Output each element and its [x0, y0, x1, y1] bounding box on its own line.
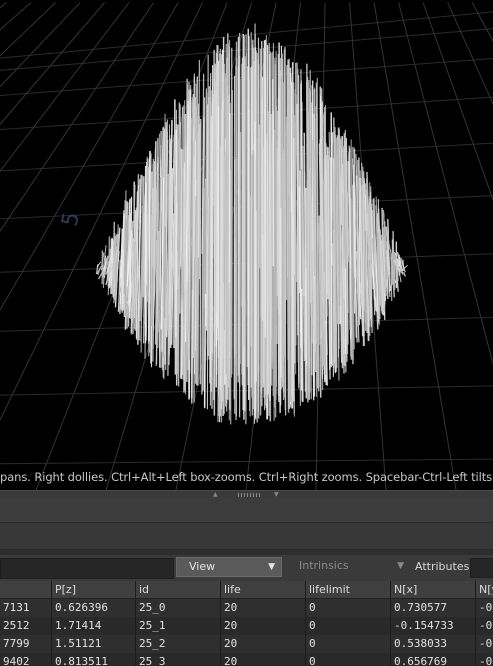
drag-handle-icon[interactable]	[238, 493, 260, 497]
intrinsics-dropdown-label: Intrinsics	[299, 559, 349, 572]
view-dropdown[interactable]: View ▼	[176, 557, 282, 577]
table-cell: -0	[476, 635, 493, 653]
table-row[interactable]: 7799 1.51121 25_2 20 0 0.538033 -0	[0, 635, 493, 653]
grid-line	[447, 2, 493, 106]
table-cell: 20	[221, 635, 306, 653]
table-cell: 2512	[0, 617, 52, 635]
column-header[interactable]: life	[221, 581, 306, 599]
table-cell: 1.71414	[52, 617, 136, 635]
table-cell: 25_1	[136, 617, 221, 635]
table-cell: 25_0	[136, 599, 221, 617]
3d-viewport[interactable]: 5 pans. Right dollies. Ctrl+Alt+Left box…	[0, 0, 493, 490]
spreadsheet-toolbar: View ▼ Intrinsics ▼ Attributes:	[0, 555, 493, 581]
column-header[interactable]: lifelimit	[306, 581, 391, 599]
pane-tab-bar	[0, 498, 493, 523]
spreadsheet-path-bar	[0, 523, 493, 550]
grid-axis-label: 5	[58, 210, 85, 229]
table-cell: 9402	[0, 653, 52, 666]
hair-strand	[284, 47, 287, 416]
table-cell: 20	[221, 653, 306, 666]
hair-strand	[271, 79, 275, 221]
table-cell: -0	[476, 653, 493, 666]
hair-strand	[392, 231, 395, 286]
hair-strand	[226, 86, 229, 304]
grid-line	[0, 2, 56, 57]
table-row[interactable]: 9402 0.813511 25_3 20 0 0.656769 -0	[0, 653, 493, 666]
column-header[interactable]: P[z]	[52, 581, 136, 599]
grid-line	[0, 2, 32, 31]
view-dropdown-label: View	[189, 560, 216, 573]
hair-strand	[121, 249, 125, 311]
table-cell: 0	[306, 635, 391, 653]
column-header[interactable]: N[y	[476, 581, 493, 599]
table-cell: 0	[306, 653, 391, 666]
table-cell: 25_2	[136, 635, 221, 653]
grid-line	[398, 2, 493, 366]
hair-strand	[274, 64, 277, 418]
hair-strand	[192, 155, 195, 359]
table-header-row: P[z] id life lifelimit N[x] N[y	[0, 581, 493, 599]
table-cell: 0.730577	[391, 599, 476, 617]
column-header[interactable]: id	[136, 581, 221, 599]
table-cell: 0.538033	[391, 635, 476, 653]
hair-strand	[306, 63, 309, 403]
viewport-hint-text: pans. Right dollies. Ctrl+Alt+Left box-z…	[0, 470, 493, 484]
hair-strand	[333, 131, 336, 368]
attributes-filter-input[interactable]	[470, 558, 493, 578]
table-cell: 20	[221, 599, 306, 617]
hair-strand	[300, 168, 303, 289]
hair-strand	[133, 241, 136, 317]
hair-strand	[318, 215, 322, 345]
table-cell: 1.51121	[52, 635, 136, 653]
hair-strand	[140, 205, 143, 353]
table-cell: -0	[476, 617, 493, 635]
hair-strand	[330, 112, 333, 365]
grid-line	[471, 2, 493, 43]
table-cell: -0	[476, 599, 493, 617]
table-cell: 0.626396	[52, 599, 136, 617]
viewport-scene[interactable]: 5	[0, 0, 493, 490]
hair-strand	[148, 151, 151, 342]
hair-strand	[144, 182, 147, 344]
hair-strand	[403, 271, 406, 277]
table-cell: 25_3	[136, 653, 221, 666]
table-cell: 7799	[0, 635, 52, 653]
column-header[interactable]: N[x]	[391, 581, 476, 599]
geometry-spreadsheet[interactable]: P[z] id life lifelimit N[x] N[y 7131 0.6…	[0, 581, 493, 666]
column-header[interactable]	[0, 581, 52, 599]
table-cell: 7131	[0, 599, 52, 617]
table-cell: 0	[306, 617, 391, 635]
hair-strand	[180, 149, 183, 267]
table-cell: 0.813511	[52, 653, 136, 666]
grid-line	[0, 2, 81, 88]
node-path-field[interactable]	[0, 558, 174, 579]
hair-strand	[206, 54, 209, 410]
hair-strand	[294, 115, 297, 346]
hair-strand	[311, 80, 315, 398]
chevron-down-icon: ▼	[397, 561, 404, 571]
hair-strand	[390, 261, 393, 285]
grid-line	[0, 458, 493, 465]
table-cell: -0.154733	[391, 617, 476, 635]
grid-line	[0, 316, 493, 332]
hair-strand	[270, 113, 273, 386]
hair-strand	[163, 226, 167, 319]
table-cell: 0.656769	[391, 653, 476, 666]
table-cell: 20	[221, 617, 306, 635]
grid-line	[422, 2, 493, 202]
attributes-label: Attributes:	[415, 560, 474, 573]
hair-strand	[278, 87, 281, 315]
chevron-down-icon: ▼	[268, 562, 275, 572]
table-cell: 0	[306, 599, 391, 617]
intrinsics-dropdown[interactable]: Intrinsics ▼	[288, 557, 410, 577]
grid-line	[0, 385, 493, 396]
grid-line	[0, 2, 105, 126]
table-row[interactable]: 7131 0.626396 25_0 20 0 0.730577 -0	[0, 599, 493, 617]
table-row[interactable]: 2512 1.71414 25_1 20 0 -0.154733 -0	[0, 617, 493, 635]
